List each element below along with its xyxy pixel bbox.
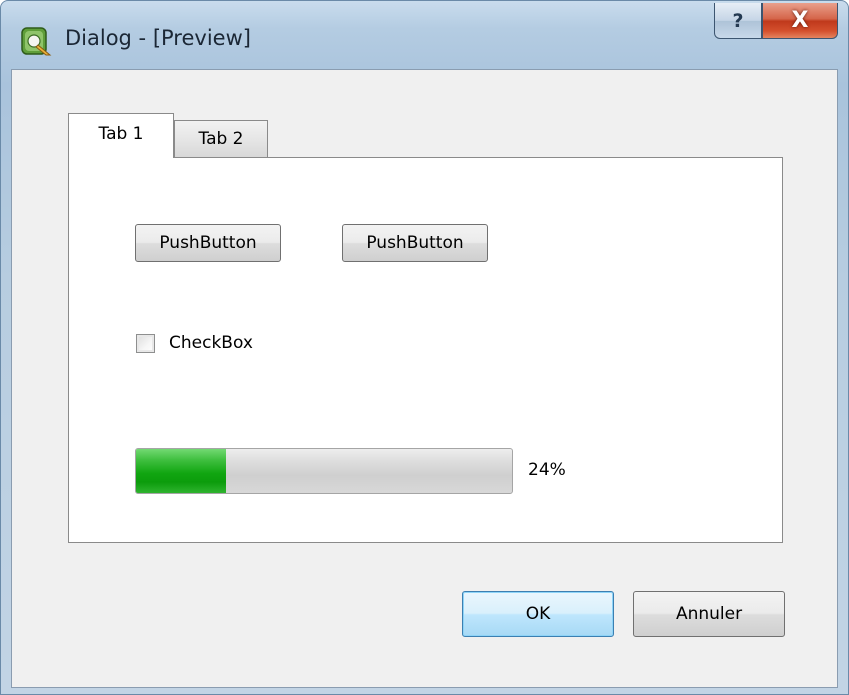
- help-button[interactable]: ?: [714, 3, 762, 39]
- progress-bar: [135, 448, 513, 494]
- push-button-1[interactable]: PushButton: [135, 224, 281, 262]
- progress-fill: [136, 449, 227, 493]
- dialog-window: Dialog - [Preview] ? X Tab 1 Tab 2 PushB…: [0, 0, 849, 695]
- push-button-2[interactable]: PushButton: [342, 224, 488, 262]
- tab-1-label: Tab 1: [98, 124, 144, 144]
- tab-2-label: Tab 2: [198, 129, 244, 149]
- title-bar[interactable]: Dialog - [Preview] ? X: [1, 1, 848, 69]
- dialog-client-area: Tab 1 Tab 2 PushButton PushButton CheckB…: [11, 69, 838, 688]
- checkbox[interactable]: CheckBox: [136, 328, 253, 358]
- window-title: Dialog - [Preview]: [65, 26, 251, 50]
- cancel-button[interactable]: Annuler: [633, 591, 785, 637]
- app-icon: [21, 27, 52, 56]
- checkbox-label[interactable]: CheckBox: [169, 333, 253, 353]
- close-button[interactable]: X: [762, 3, 838, 39]
- tab-2[interactable]: Tab 2: [174, 120, 268, 157]
- progress-text: 24%: [528, 460, 566, 480]
- tab-pane: PushButton PushButton CheckBox 24%: [68, 157, 783, 543]
- help-icon: ?: [732, 9, 744, 32]
- checkbox-box[interactable]: [136, 333, 155, 353]
- close-icon: X: [791, 8, 809, 33]
- tab-1[interactable]: Tab 1: [68, 113, 174, 158]
- ok-button[interactable]: OK: [462, 591, 614, 637]
